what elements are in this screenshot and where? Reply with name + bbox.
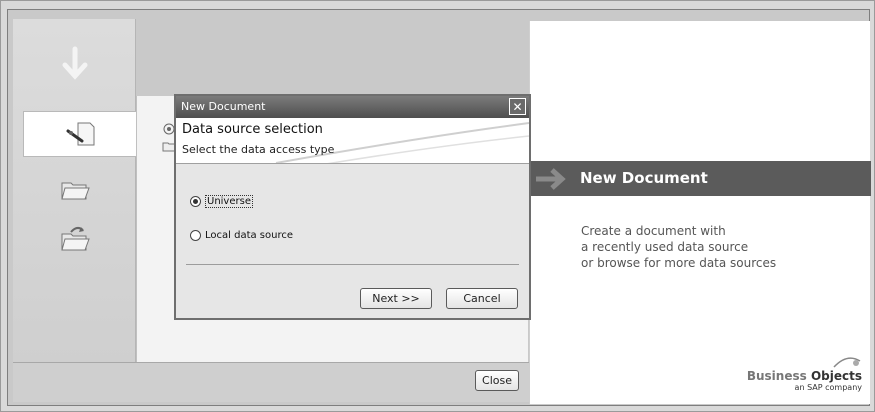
brand-logo: Business Objects an SAP company — [747, 355, 862, 392]
bottom-bar — [13, 362, 529, 402]
new-document-icon — [66, 122, 94, 146]
radio-selected-icon — [190, 196, 201, 207]
logo-swirl-icon — [833, 357, 861, 368]
radio-local-data-source[interactable]: Local data source — [190, 230, 293, 241]
radio-label: Universe — [205, 195, 253, 208]
dialog-header: Data source selection Select the data ac… — [176, 118, 529, 164]
nav-item-recent[interactable] — [13, 216, 136, 262]
welcome-line: Create a document with — [581, 224, 726, 238]
brand-name: Business Objects — [746, 369, 862, 383]
close-button[interactable]: Close — [475, 370, 519, 391]
welcome-panel: New Document Create a document with a re… — [529, 21, 871, 404]
down-arrow-icon — [13, 41, 136, 87]
dialog-title: New Document — [181, 100, 266, 113]
brand-tagline: an SAP company — [794, 383, 862, 392]
next-button[interactable]: Next >> — [360, 288, 432, 309]
dialog-header-subtitle: Select the data access type — [182, 143, 335, 156]
open-folder-icon — [60, 182, 90, 200]
dialog-titlebar[interactable]: New Document ✕ — [176, 96, 529, 118]
welcome-line: or browse for more data sources — [581, 256, 777, 270]
radio-empty-icon — [190, 230, 201, 241]
cancel-button[interactable]: Cancel — [446, 288, 518, 309]
radio-universe[interactable]: Universe — [190, 195, 253, 208]
nav-item-open[interactable] — [13, 166, 136, 212]
recent-folder-icon — [60, 226, 90, 251]
dialog-header-title: Data source selection — [182, 122, 323, 137]
arrow-right-icon — [536, 168, 566, 190]
dialog-separator — [186, 264, 519, 265]
nav-item-new-document[interactable] — [23, 111, 137, 157]
welcome-line: a recently used data source — [581, 240, 749, 254]
welcome-title: New Document — [580, 169, 708, 187]
new-document-dialog: New Document ✕ Data source selection Sel… — [174, 94, 531, 320]
radio-label: Local data source — [205, 230, 294, 241]
welcome-title-band: New Document — [530, 161, 871, 196]
welcome-description: Create a document with a recently used d… — [581, 223, 866, 271]
app-window: Close New Document Create a document wit… — [0, 0, 875, 412]
close-icon[interactable]: ✕ — [509, 98, 526, 115]
